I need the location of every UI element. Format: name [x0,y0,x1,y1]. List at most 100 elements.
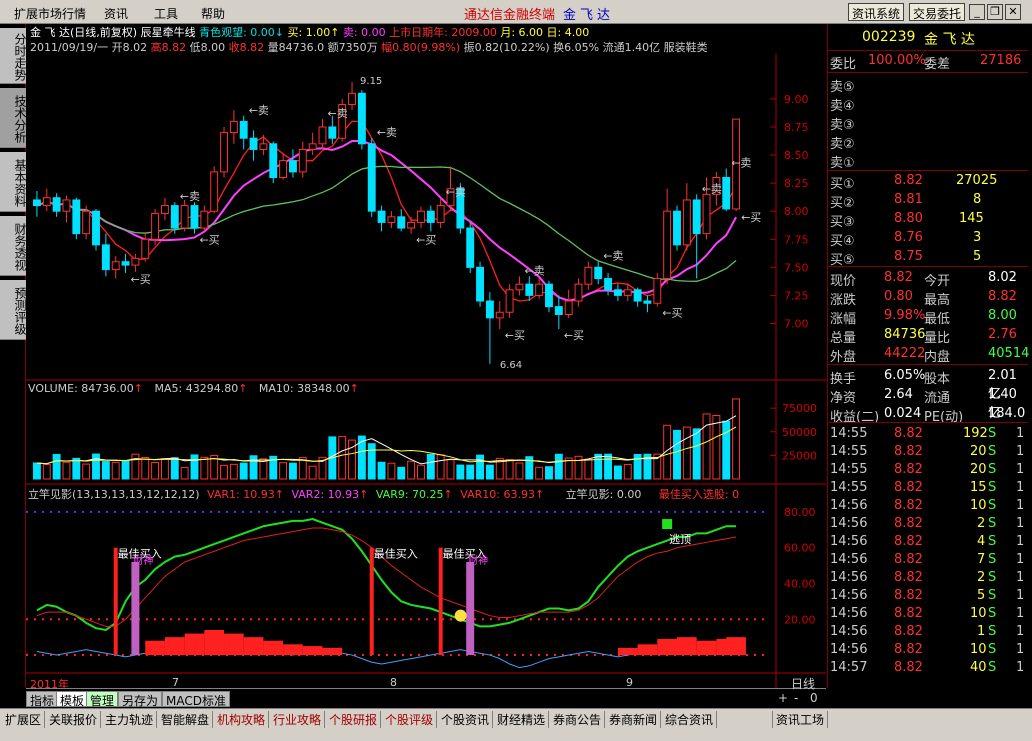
tab-technical[interactable]: 技术分析 [0,88,27,148]
tick-row[interactable]: 14:55 8.82 20 S 1 [828,461,1028,480]
weibi-label: 委比 [830,57,857,72]
god-signal-bar [131,562,140,656]
fin-row[interactable]: 净资 2.64 流通 1.40亿 [828,386,1028,421]
minimize-icon[interactable]: _ [969,4,985,20]
buy-row[interactable]: 买⑤ 8.75 5 [828,248,1028,268]
tick-row[interactable]: 14:56 8.82 4 S 1 [828,533,1028,552]
menu-help[interactable]: 帮助 [201,5,225,22]
candle-body [367,143,376,212]
ind-name: 立竿见影(13,13,13,13,12,12,12) [28,488,200,501]
tick-row[interactable]: 14:56 8.82 10 S 1 [828,605,1028,624]
sell-row[interactable]: 卖④ [828,94,1028,114]
nav-item[interactable]: 券商公告 [550,711,606,728]
tab-indicator[interactable]: 指标 [26,691,59,708]
ohlc-info-bar: 2011/09/19/一 开8.02 高8.82 低8.00 收8.82 量84… [30,39,708,55]
sell-marker: ←卖 [731,157,751,170]
stat-row[interactable]: 现价 8.82 今开 8.02 [828,269,1028,289]
tab-intraday[interactable]: 分时走势 [0,28,27,84]
stock-code: 002239 [862,29,916,45]
nav-item[interactable]: 个股资讯 [438,711,494,728]
tick-price: 8.82 [894,624,923,639]
close-icon[interactable]: ✕ [1005,4,1021,20]
tick-row[interactable]: 14:56 8.82 10 S 1 [828,641,1028,660]
tab-finance[interactable]: 财务透视 [0,216,27,276]
tick-row[interactable]: 14:56 8.82 2 S 1 [828,569,1028,588]
nav-item[interactable]: 券商新闻 [606,711,662,728]
volume-bar [673,429,681,480]
volume-bar [594,453,603,480]
period-label[interactable]: 日线 [791,675,815,692]
sell-row[interactable]: 卖① [828,151,1028,171]
fin-row[interactable]: 换手 6.05% 股本 2.01亿 [828,367,1028,402]
zoom-in-icon[interactable]: + [778,691,788,705]
tick-price: 8.82 [894,498,923,513]
sell-row[interactable]: 卖⑤ [828,75,1028,95]
tab-rating[interactable]: 预测评级 [0,280,27,340]
volume-bar [180,466,189,480]
zoom-out-icon[interactable]: - [794,691,798,705]
tick-row[interactable]: 14:56 8.82 5 S 1 [828,587,1028,606]
nav-item[interactable]: 财经精选 [494,711,550,728]
tick-row[interactable]: 14:56 8.82 2 S 1 [828,515,1028,534]
stat-value: 40514 [988,346,1030,361]
tab-basic[interactable]: 基本资料 [0,152,27,212]
tick-row[interactable]: 14:56 8.82 7 S 1 [828,551,1028,570]
nav-info-factory[interactable]: 资讯工场 [772,711,829,728]
tab-macd[interactable]: MACD标准 [162,691,230,708]
fin-label: 净资 [830,391,857,406]
menu-info[interactable]: 资讯 [104,5,128,22]
stat-row[interactable]: 总量 84736 量比 2.76 [828,326,1028,346]
buy-marker: ←买 [131,273,151,286]
stat-row[interactable]: 涨跌 0.80 最高 8.82 [828,288,1028,308]
nav-item[interactable]: 个股评级 [382,711,438,728]
indicator-info-bar: 立竿见影(13,13,13,13,12,12,12) VAR1: 10.93↑ … [28,488,740,501]
buy-row[interactable]: 买③ 8.80 145 [828,210,1028,230]
nav-item[interactable]: 智能解盘 [158,711,214,728]
tab-saveas[interactable]: 另存为 [118,691,163,708]
tick-row[interactable]: 14:57 8.82 40 S 1 [828,659,1028,678]
trade-button[interactable]: 交易委托 [909,3,966,21]
buy-row[interactable]: 买① 8.82 27025 [828,172,1028,192]
stat-row[interactable]: 外盘 44222 内盘 40514 [828,345,1030,365]
tab-manage[interactable]: 管理 [86,691,119,708]
nav-item[interactable]: 机构攻略 [214,711,270,728]
menu-tools[interactable]: 工具 [154,5,178,22]
sell-row[interactable]: 卖③ [828,113,1028,133]
buy-signal-bar [369,547,374,656]
candle-body [673,210,681,246]
chart-area[interactable]: 9.15 6.64 ←买 ←买 ←买 ←买 ←买 ←买 ←买 ←卖 ←卖 ←卖 ←卖 ←卖 ←卖 ←卖 ←卖 ←卖… [26,24,826,688]
reset-icon[interactable]: 0 [810,691,818,705]
nav-item[interactable]: 行业攻略 [270,711,326,728]
nav-item[interactable]: 综合资讯 [662,711,718,728]
buy-row[interactable]: 买② 8.81 8 [828,191,1028,211]
tick-row[interactable]: 14:55 8.82 20 S 1 [828,443,1028,462]
volume-bar [554,453,563,480]
tick-price: 8.82 [894,552,923,567]
tick-time: 14:56 [830,498,868,513]
tick-row[interactable]: 14:55 8.82 15 S 1 [828,479,1028,498]
nav-item[interactable]: 关联报价 [46,711,102,728]
tick-row[interactable]: 14:56 8.82 10 S 1 [828,497,1028,516]
tick-row[interactable]: 14:55 8.82 192 S 1 [828,425,1028,444]
stat-row[interactable]: 涨幅 9.98% 最低 8.00 [828,307,1028,327]
nav-item[interactable]: 个股研报 [326,711,382,728]
candle-body [663,210,672,280]
nav-item[interactable]: 扩展区 [2,711,46,728]
tick-row[interactable]: 14:56 8.82 1 S 1 [828,623,1028,642]
buy-row[interactable]: 买④ 8.76 3 [828,229,1028,249]
fin-value: 0.024 [884,406,922,421]
menu-market[interactable]: 扩展市场行情 [14,5,86,22]
stat-label: 外盘 [830,350,857,365]
news-system-button[interactable]: 资讯系统 [848,3,905,21]
sell-row[interactable]: 卖② [828,132,1028,152]
indicator-red-bar [657,638,677,656]
nav-item[interactable]: 主力轨迹 [102,711,158,728]
escape-signal-box [662,519,673,530]
tab-template[interactable]: 模板 [56,691,89,708]
tick-count: 1 [1016,606,1025,621]
candle-body [397,216,406,229]
tick-count: 1 [1016,660,1025,675]
restore-icon[interactable]: ❐ [987,4,1003,20]
buy-level-label: 买① [830,177,855,192]
app-title: 通达信金融终端 金飞达 [464,4,614,23]
